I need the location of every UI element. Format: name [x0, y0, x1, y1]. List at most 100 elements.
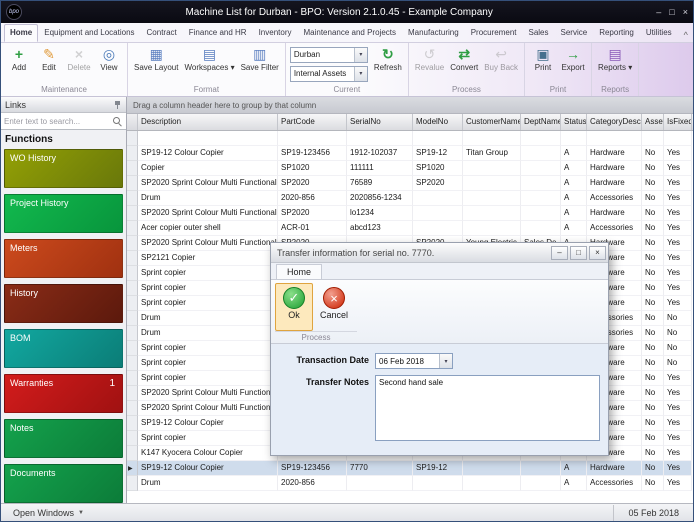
cell-description: Sprint copier [138, 266, 278, 281]
dialog-tab-home[interactable]: Home [276, 264, 322, 279]
cell-status: A [561, 476, 587, 491]
function-bom[interactable]: BOM [4, 329, 123, 368]
minimize-button[interactable]: – [656, 6, 661, 18]
function-meters[interactable]: Meters [4, 239, 123, 278]
cancel-button[interactable]: × Cancel [315, 283, 353, 331]
cell-modelno: SP2020 [413, 176, 463, 191]
table-row[interactable]: SP2020 Sprint Colour Multi Functional Co… [127, 206, 693, 221]
tab-sales[interactable]: Sales [522, 24, 554, 42]
cell-description: Sprint copier [138, 296, 278, 311]
cell-modelno [413, 131, 463, 146]
cell-categorydesc: Accessories [587, 476, 642, 491]
dialog-titlebar[interactable]: Transfer information for serial no. 7770… [271, 243, 608, 263]
column-header-description[interactable]: Description [138, 114, 278, 130]
function-wo-history[interactable]: WO History [4, 149, 123, 188]
maximize-button[interactable]: □ [669, 6, 674, 18]
table-row[interactable]: Drum2020-8562020856-1234AAccessoriesNoYe… [127, 191, 693, 206]
ribbon-group-format: ▦Save Layout▤Workspaces ▾▥Save FilterFor… [128, 43, 286, 96]
cell-customername [463, 476, 521, 491]
add-button[interactable]: +Add [4, 44, 34, 84]
refresh-button[interactable]: ↻Refresh [371, 44, 405, 84]
tab-utilities[interactable]: Utilities [640, 24, 678, 42]
cell-customername [463, 161, 521, 176]
table-row[interactable]: CopierSP1020111111SP1020AHardwareNoYes [127, 161, 693, 176]
cell-asset: No [642, 266, 664, 281]
cell-modelno [413, 206, 463, 221]
tab-service[interactable]: Service [555, 24, 594, 42]
table-row[interactable]: ▶SP19-12 Colour CopierSP19-1234567770SP1… [127, 461, 693, 476]
column-header-categorydesc[interactable]: CategoryDesc [587, 114, 642, 130]
convert-button[interactable]: ⇄Convert [447, 44, 481, 84]
table-row[interactable]: SP19-12 Colour CopierSP19-1234561912-102… [127, 146, 693, 161]
column-header-serialno[interactable]: SerialNo [347, 114, 413, 130]
cell-description: Acer copier outer shell [138, 221, 278, 236]
print-button[interactable]: ▣Print [528, 44, 558, 84]
tab-reporting[interactable]: Reporting [593, 24, 640, 42]
cell-description: SP2020 Sprint Colour Multi Functional Co… [138, 236, 278, 251]
row-indicator [127, 251, 138, 266]
ok-button[interactable]: ✓ Ok [275, 283, 313, 331]
workspaces-button[interactable]: ▤Workspaces ▾ [181, 44, 237, 84]
cell-asset: No [642, 341, 664, 356]
tab-equipment-and-locations[interactable]: Equipment and Locations [38, 24, 140, 42]
export-button[interactable]: →Export [558, 44, 588, 84]
tab-finance-and-hr[interactable]: Finance and HR [183, 24, 253, 42]
cell-modelno: SP19-12 [413, 146, 463, 161]
column-header-customername[interactable]: CustomerName [463, 114, 521, 130]
tab-procurement[interactable]: Procurement [465, 24, 523, 42]
table-row[interactable] [127, 131, 693, 146]
cell-isfixedasset: Yes [664, 461, 692, 476]
tab-inventory[interactable]: Inventory [253, 24, 298, 42]
table-row[interactable]: Drum2020-856AAccessoriesNoYes [127, 476, 693, 491]
column-header-status[interactable]: Status [561, 114, 587, 130]
tab-home[interactable]: Home [4, 24, 38, 42]
search-input[interactable] [1, 117, 112, 126]
cell-categorydesc [587, 131, 642, 146]
warranty-count-badge: 1 [109, 378, 115, 389]
ok-check-icon: ✓ [283, 287, 305, 309]
column-header-asset[interactable]: Asset [642, 114, 664, 130]
function-notes[interactable]: Notes [4, 419, 123, 458]
column-header-isfixedasset[interactable]: IsFixedAsset [664, 114, 692, 130]
internal-assets-dropdown[interactable]: Internal Assets▾ [290, 66, 368, 82]
row-indicator [127, 326, 138, 341]
cell-isfixedasset: No [664, 326, 692, 341]
tab-maintenance-and-projects[interactable]: Maintenance and Projects [297, 24, 402, 42]
pin-icon[interactable] [113, 100, 122, 110]
ribbon-group-print: ▣Print→ExportPrint [525, 43, 592, 96]
transfer-notes-input[interactable]: Second hand sale [375, 375, 600, 441]
dialog-maximize-button[interactable]: □ [570, 246, 587, 260]
function-warranties[interactable]: Warranties1 [4, 374, 123, 413]
function-project-history[interactable]: Project History [4, 194, 123, 233]
ribbon-collapse-button[interactable]: ^ [678, 28, 694, 42]
table-row[interactable]: SP2020 Sprint Colour Multi Functional Co… [127, 176, 693, 191]
delete-button: ×Delete [64, 44, 94, 84]
save-layout-button[interactable]: ▦Save Layout [131, 44, 181, 84]
row-indicator [127, 296, 138, 311]
cell-asset: No [642, 176, 664, 191]
cell-isfixedasset: Yes [664, 431, 692, 446]
tab-contract[interactable]: Contract [141, 24, 183, 42]
cancel-label: Cancel [320, 310, 348, 320]
column-header-partcode[interactable]: PartCode [278, 114, 347, 130]
view-button[interactable]: ◎View [94, 44, 124, 84]
durban-dropdown[interactable]: Durban▾ [290, 47, 368, 63]
view-icon: ◎ [103, 46, 115, 63]
function-history[interactable]: History [4, 284, 123, 323]
column-header-modelno[interactable]: ModelNo [413, 114, 463, 130]
reports-button[interactable]: ▤Reports ▾ [595, 44, 635, 84]
cell-isfixedasset: Yes [664, 176, 692, 191]
cell-asset: No [642, 386, 664, 401]
dialog-close-button[interactable]: × [589, 246, 606, 260]
function-documents[interactable]: Documents [4, 464, 123, 503]
save-layout-icon: ▦ [150, 46, 163, 63]
open-windows-button[interactable]: Open Windows ▼ [7, 508, 90, 518]
transaction-date-dropdown[interactable]: 06 Feb 2018 ▾ [375, 353, 453, 369]
close-button[interactable]: × [683, 6, 688, 18]
save-filter-button[interactable]: ▥Save Filter [238, 44, 282, 84]
edit-button[interactable]: ✎Edit [34, 44, 64, 84]
dialog-minimize-button[interactable]: – [551, 246, 568, 260]
tab-manufacturing[interactable]: Manufacturing [402, 24, 465, 42]
column-header-deptname[interactable]: DeptName [521, 114, 561, 130]
table-row[interactable]: Acer copier outer shellACR-01abcd123AAcc… [127, 221, 693, 236]
